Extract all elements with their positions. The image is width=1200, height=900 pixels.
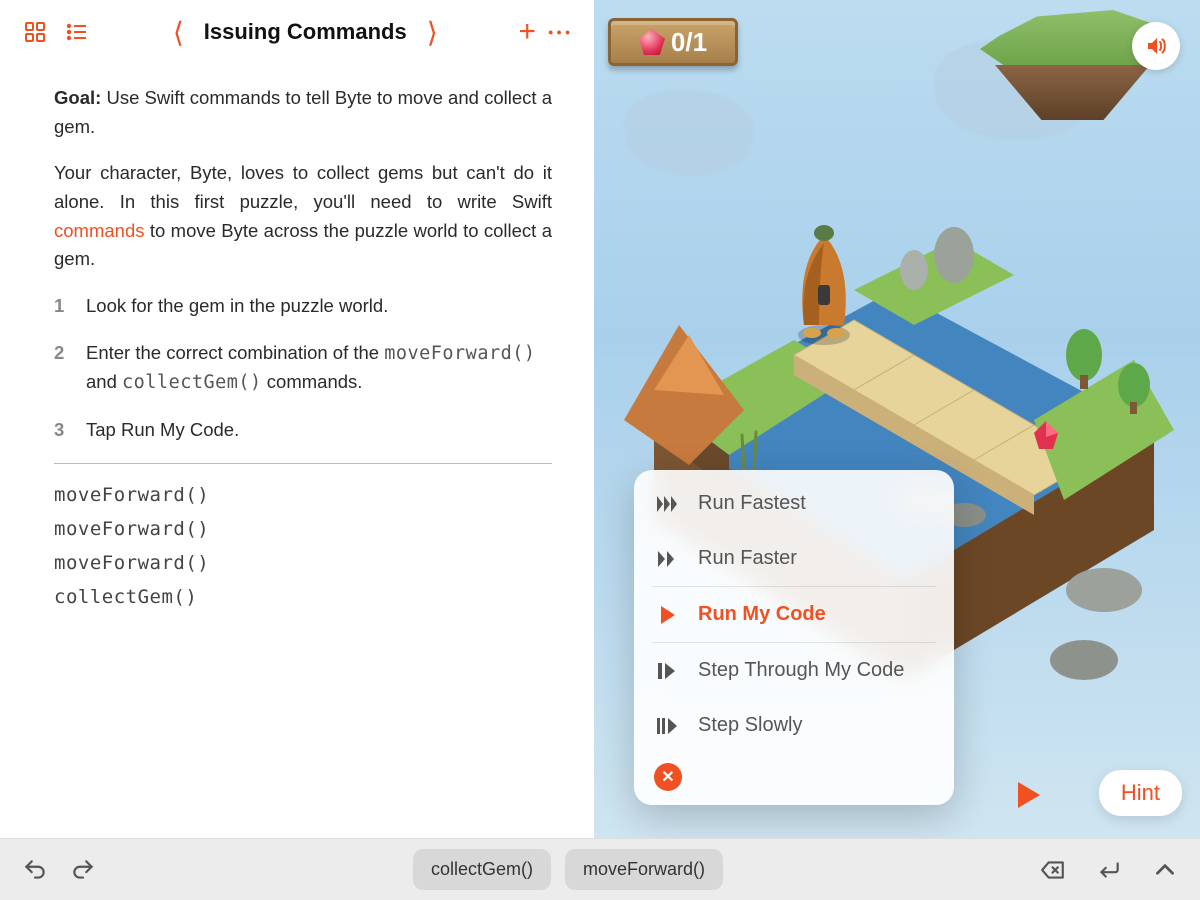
step-slowly-item[interactable]: Step Slowly — [634, 698, 954, 753]
run-faster-icon — [656, 551, 680, 567]
suggestion-moveforward[interactable]: moveForward() — [565, 849, 723, 890]
step-3: 3 Tap Run My Code. — [54, 416, 552, 445]
keyboard-up-button[interactable] — [1148, 853, 1182, 887]
run-my-code-item[interactable]: Run My Code — [634, 587, 954, 642]
grid-view-button[interactable] — [20, 17, 50, 47]
toolbar: ⟨ Issuing Commands ⟩ + ●●● — [0, 0, 594, 64]
close-menu-button[interactable]: ✕ — [654, 763, 682, 791]
document-pane: ⟨ Issuing Commands ⟩ + ●●● Goal: Use Swi… — [0, 0, 594, 838]
add-button[interactable]: + — [518, 15, 536, 49]
prev-page-button[interactable]: ⟨ — [173, 16, 184, 49]
instructions: Goal: Use Swift commands to tell Byte to… — [0, 64, 594, 484]
commands-link[interactable]: commands — [54, 220, 144, 241]
code-editor[interactable]: moveForward() moveForward() moveForward(… — [0, 484, 594, 620]
more-button[interactable]: ●●● — [548, 27, 574, 37]
hint-button[interactable]: Hint — [1099, 770, 1182, 816]
goal-label: Goal: — [54, 87, 101, 108]
gem-icon — [639, 29, 665, 55]
step-2: 2 Enter the correct combination of the m… — [54, 339, 552, 398]
page-title: Issuing Commands — [204, 19, 407, 45]
code-line[interactable]: collectGem() — [54, 586, 552, 608]
play-button[interactable] — [1018, 782, 1040, 808]
return-button[interactable] — [1092, 853, 1126, 887]
code-line[interactable]: moveForward() — [54, 552, 552, 574]
gem-progress: 0/1 — [608, 18, 738, 66]
next-page-button[interactable]: ⟩ — [427, 16, 438, 49]
divider — [54, 463, 552, 464]
step-slow-icon — [656, 718, 680, 734]
code-line[interactable]: moveForward() — [54, 518, 552, 540]
delete-button[interactable] — [1036, 853, 1070, 887]
run-fastest-item[interactable]: Run Fastest — [634, 476, 954, 531]
bottom-bar: collectGem() moveForward() — [0, 838, 1200, 900]
step-1: 1 Look for the gem in the puzzle world. — [54, 292, 552, 321]
play-icon — [656, 606, 680, 624]
run-fastest-icon — [656, 496, 680, 512]
list-view-button[interactable] — [62, 17, 92, 47]
sound-button[interactable] — [1132, 22, 1180, 70]
redo-button[interactable] — [66, 853, 100, 887]
goal-text: Use Swift commands to tell Byte to move … — [54, 87, 552, 137]
step-through-item[interactable]: Step Through My Code — [634, 643, 954, 698]
step-icon — [656, 663, 680, 679]
code-line[interactable]: moveForward() — [54, 484, 552, 506]
run-menu: Run Fastest Run Faster Run My Code Step … — [634, 470, 954, 805]
suggestion-collectgem[interactable]: collectGem() — [413, 849, 551, 890]
intro-text-a: Your character, Byte, loves to collect g… — [54, 162, 552, 212]
world-pane: 0/1 — [594, 0, 1200, 838]
progress-text: 0/1 — [671, 27, 707, 58]
undo-button[interactable] — [18, 853, 52, 887]
run-faster-item[interactable]: Run Faster — [634, 531, 954, 586]
